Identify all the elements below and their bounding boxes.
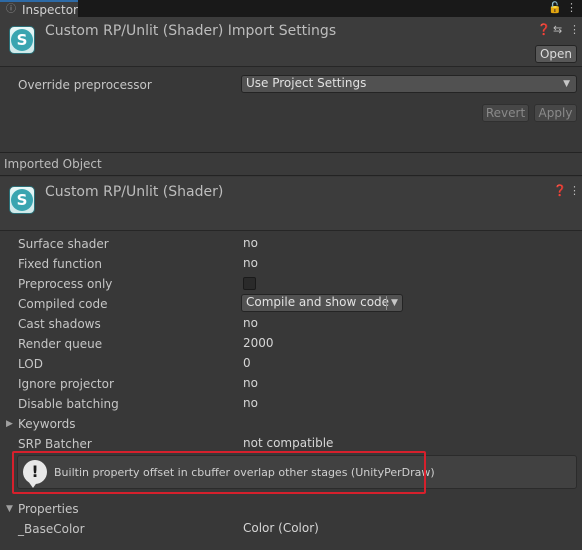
lod-label: LOD (18, 357, 43, 371)
revert-button[interactable]: Revert (482, 104, 529, 122)
disable-batching-label: Disable batching (18, 397, 119, 411)
render-queue-label: Render queue (18, 337, 103, 351)
base-color-label: _BaseColor (18, 522, 85, 536)
imported-object-label: Imported Object (4, 157, 102, 171)
srp-batcher-value: not compatible (243, 436, 334, 450)
chevron-down-icon: ▼ (563, 79, 570, 89)
surface-shader-value: no (243, 236, 258, 250)
compile-and-show-code-label: Compile and show code (246, 295, 390, 309)
tab-strip (0, 0, 582, 17)
kebab-icon[interactable]: ⋮ (569, 24, 580, 36)
override-preprocessor-value: Use Project Settings (246, 76, 367, 90)
keywords-foldout-arrow[interactable]: ▶ (6, 418, 13, 430)
cast-shadows-label: Cast shadows (18, 317, 101, 331)
base-color-value: Color (Color) (243, 521, 319, 535)
open-button[interactable]: Open (535, 45, 577, 63)
import-settings-title: Custom RP/Unlit (Shader) Import Settings (45, 23, 337, 39)
tab-inspector[interactable]: ⓘ Inspector (0, 0, 78, 17)
properties-foldout-arrow[interactable]: ▼ (6, 503, 13, 515)
lock-icon[interactable]: 🔓 (548, 2, 562, 14)
render-queue-value: 2000 (243, 336, 274, 350)
tab-label: Inspector (22, 3, 78, 17)
kebab-icon[interactable]: ⋮ (569, 185, 580, 197)
override-preprocessor-label: Override preprocessor (18, 78, 152, 92)
help-icon[interactable]: ❓ (553, 185, 567, 197)
surface-shader-label: Surface shader (18, 237, 109, 251)
preprocess-only-label: Preprocess only (18, 277, 113, 291)
warning-highlight-box (12, 451, 426, 494)
fixed-function-label: Fixed function (18, 257, 102, 271)
imported-object-title: Custom RP/Unlit (Shader) (45, 184, 224, 200)
properties-foldout[interactable]: Properties (18, 502, 79, 516)
fixed-function-value: no (243, 256, 258, 270)
info-icon: ⓘ (6, 4, 16, 15)
ignore-projector-label: Ignore projector (18, 377, 114, 391)
preprocess-only-checkbox[interactable] (243, 277, 256, 290)
override-preprocessor-dropdown[interactable]: Use Project Settings ▼ (241, 75, 577, 93)
compiled-code-label: Compiled code (18, 297, 108, 311)
kebab-icon[interactable]: ⋮ (566, 2, 577, 14)
apply-button[interactable]: Apply (534, 104, 577, 122)
cast-shadows-value: no (243, 316, 258, 330)
chevron-down-icon[interactable]: ▼ (391, 296, 398, 311)
ignore-projector-value: no (243, 376, 258, 390)
compile-and-show-code-button[interactable]: Compile and show code ▼ (241, 294, 403, 312)
preset-sliders-icon[interactable]: ⇆ (553, 24, 562, 36)
lod-value: 0 (243, 356, 251, 370)
shader-asset-icon: S (9, 186, 35, 214)
help-icon[interactable]: ❓ (537, 24, 551, 36)
shader-asset-icon: S (9, 26, 35, 54)
srp-batcher-label: SRP Batcher (18, 437, 92, 451)
imported-object-section: Imported Object (0, 152, 582, 176)
keywords-foldout[interactable]: Keywords (18, 417, 76, 431)
disable-batching-value: no (243, 396, 258, 410)
